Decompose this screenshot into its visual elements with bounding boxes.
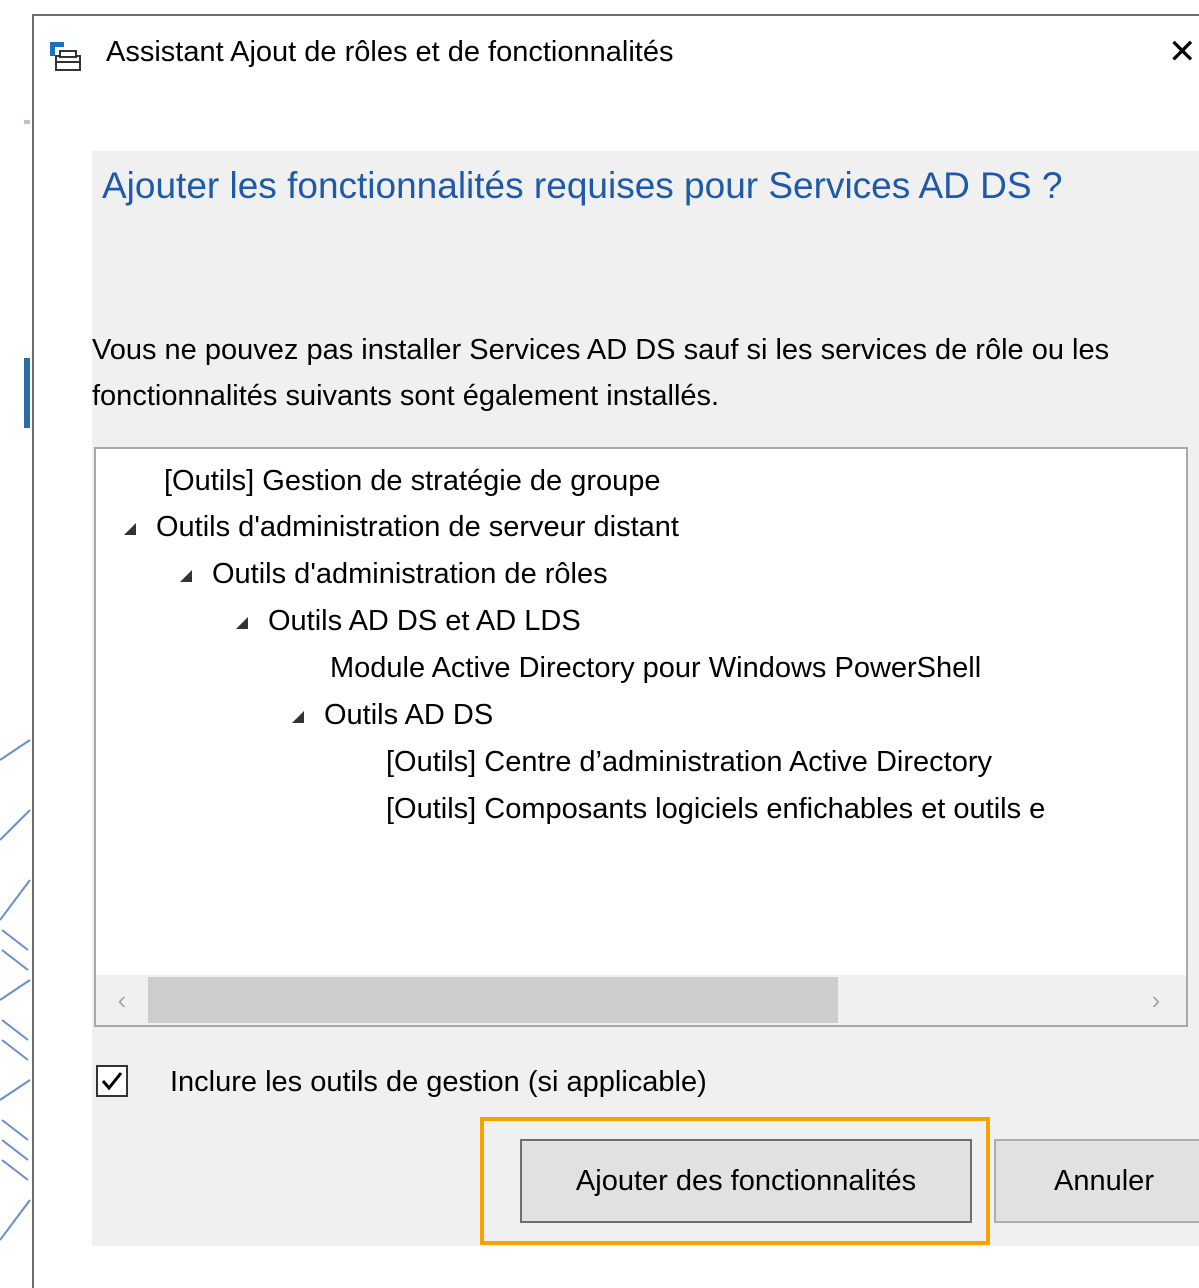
add-roles-features-dialog: Assistant Ajout de rôles et de fonctionn… bbox=[32, 14, 1199, 1288]
content-panel: Ajouter les fonctionnalités requises pou… bbox=[92, 151, 1199, 1246]
expand-triangle-icon[interactable] bbox=[234, 602, 250, 642]
expand-triangle-icon[interactable] bbox=[122, 508, 138, 548]
dialog-description: Vous ne pouvez pas installer Services AD… bbox=[92, 334, 1110, 412]
tree-item: [Outils] Gestion de stratégie de groupe bbox=[164, 461, 661, 501]
expand-triangle-icon[interactable] bbox=[178, 555, 194, 595]
checkmark-icon bbox=[101, 1072, 123, 1091]
tree-item: [Outils] Composants logiciels enfichable… bbox=[386, 789, 1045, 829]
tree-item[interactable]: Outils d'administration de rôles bbox=[178, 554, 608, 595]
scrollbar-thumb[interactable] bbox=[148, 977, 838, 1023]
tree-item-label: Outils AD DS et AD LDS bbox=[268, 605, 581, 637]
tree-item-label: [Outils] Centre d’administration Active … bbox=[386, 746, 992, 778]
tree-item: [Outils] Centre d’administration Active … bbox=[386, 742, 992, 782]
tree-item-label: Outils d'administration de rôles bbox=[212, 558, 608, 590]
include-tools-checkbox[interactable] bbox=[96, 1065, 128, 1097]
tree-item: Module Active Directory pour Windows Pow… bbox=[330, 648, 981, 688]
tree-item-label: Outils d'administration de serveur dista… bbox=[156, 511, 679, 543]
tree-item-label: Module Active Directory pour Windows Pow… bbox=[330, 652, 982, 684]
window-title: Assistant Ajout de rôles et de fonctionn… bbox=[106, 36, 674, 68]
features-tree[interactable]: [Outils] Gestion de stratégie de groupe … bbox=[94, 447, 1188, 1027]
background-divider bbox=[24, 120, 30, 124]
expand-triangle-icon[interactable] bbox=[290, 696, 306, 736]
cancel-button[interactable]: Annuler bbox=[994, 1139, 1199, 1223]
title-bar: Assistant Ajout de rôles et de fonctionn… bbox=[34, 16, 1199, 86]
dialog-heading: Ajouter les fonctionnalités requises pou… bbox=[102, 165, 1063, 206]
tree-item[interactable]: Outils AD DS et AD LDS bbox=[234, 601, 581, 642]
scroll-right-icon[interactable]: › bbox=[1136, 979, 1176, 1021]
tree-item-label: Outils AD DS bbox=[324, 699, 494, 731]
scroll-left-icon[interactable]: ‹ bbox=[102, 979, 142, 1021]
server-manager-icon bbox=[48, 40, 82, 74]
background-decoration bbox=[0, 739, 31, 1241]
close-icon[interactable]: ✕ bbox=[1168, 30, 1198, 74]
background-window-edge bbox=[0, 0, 32, 1272]
tree-item[interactable]: Outils d'administration de serveur dista… bbox=[122, 507, 679, 548]
background-selection-bar bbox=[24, 358, 30, 428]
tree-item-label: [Outils] Composants logiciels enfichable… bbox=[386, 793, 1046, 825]
include-tools-label: Inclure les outils de gestion (si applic… bbox=[170, 1066, 707, 1098]
horizontal-scrollbar[interactable]: ‹ › bbox=[96, 975, 1186, 1025]
tree-item[interactable]: Outils AD DS bbox=[290, 695, 493, 736]
add-features-button[interactable]: Ajouter des fonctionnalités bbox=[520, 1139, 972, 1223]
tree-item-label: [Outils] Gestion de stratégie de groupe bbox=[164, 465, 661, 497]
